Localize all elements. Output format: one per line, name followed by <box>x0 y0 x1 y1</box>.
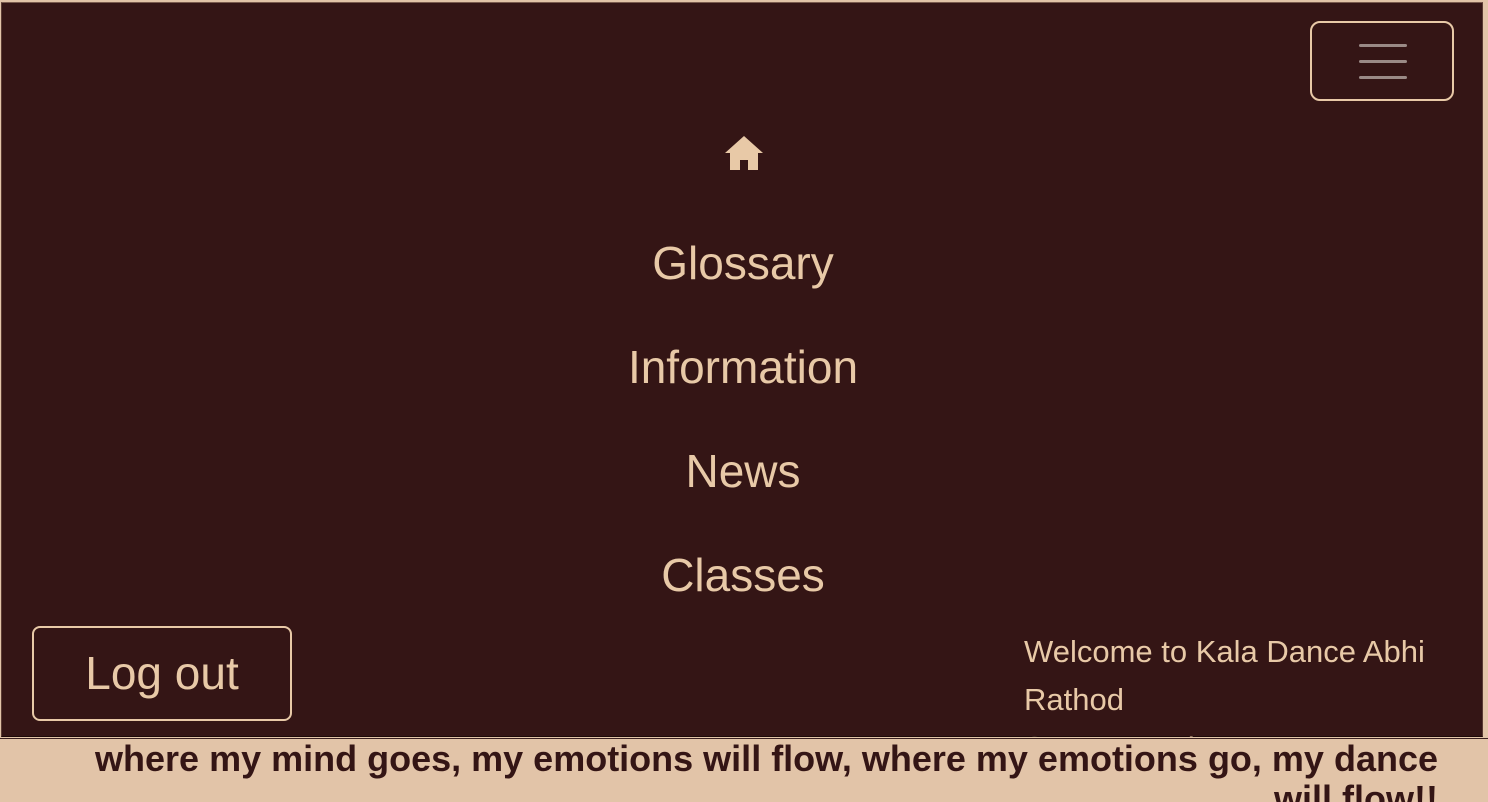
welcome-message: Welcome to Kala Dance Abhi Rathod <box>1024 634 1425 717</box>
tagline-banner: where my mind goes, my emotions will flo… <box>0 738 1488 802</box>
nav-item-information[interactable]: Information <box>2 339 1484 395</box>
hamburger-menu-icon-bar-3 <box>1359 76 1407 79</box>
tagline-text: where my mind goes, my emotions will flo… <box>95 738 1438 802</box>
nav-item-classes[interactable]: Classes <box>2 547 1484 603</box>
nav-item-glossary[interactable]: Glossary <box>2 235 1484 291</box>
hamburger-menu-icon-bar-2 <box>1359 60 1407 63</box>
page: Glossary Information News Classes Log ou… <box>0 0 1488 802</box>
nav-item-news[interactable]: News <box>2 443 1484 499</box>
hamburger-menu-button[interactable] <box>1310 21 1454 101</box>
home-icon <box>725 136 763 170</box>
home-link[interactable] <box>724 134 764 172</box>
logout-button[interactable]: Log out <box>32 626 292 721</box>
hamburger-menu-icon <box>1359 44 1407 47</box>
